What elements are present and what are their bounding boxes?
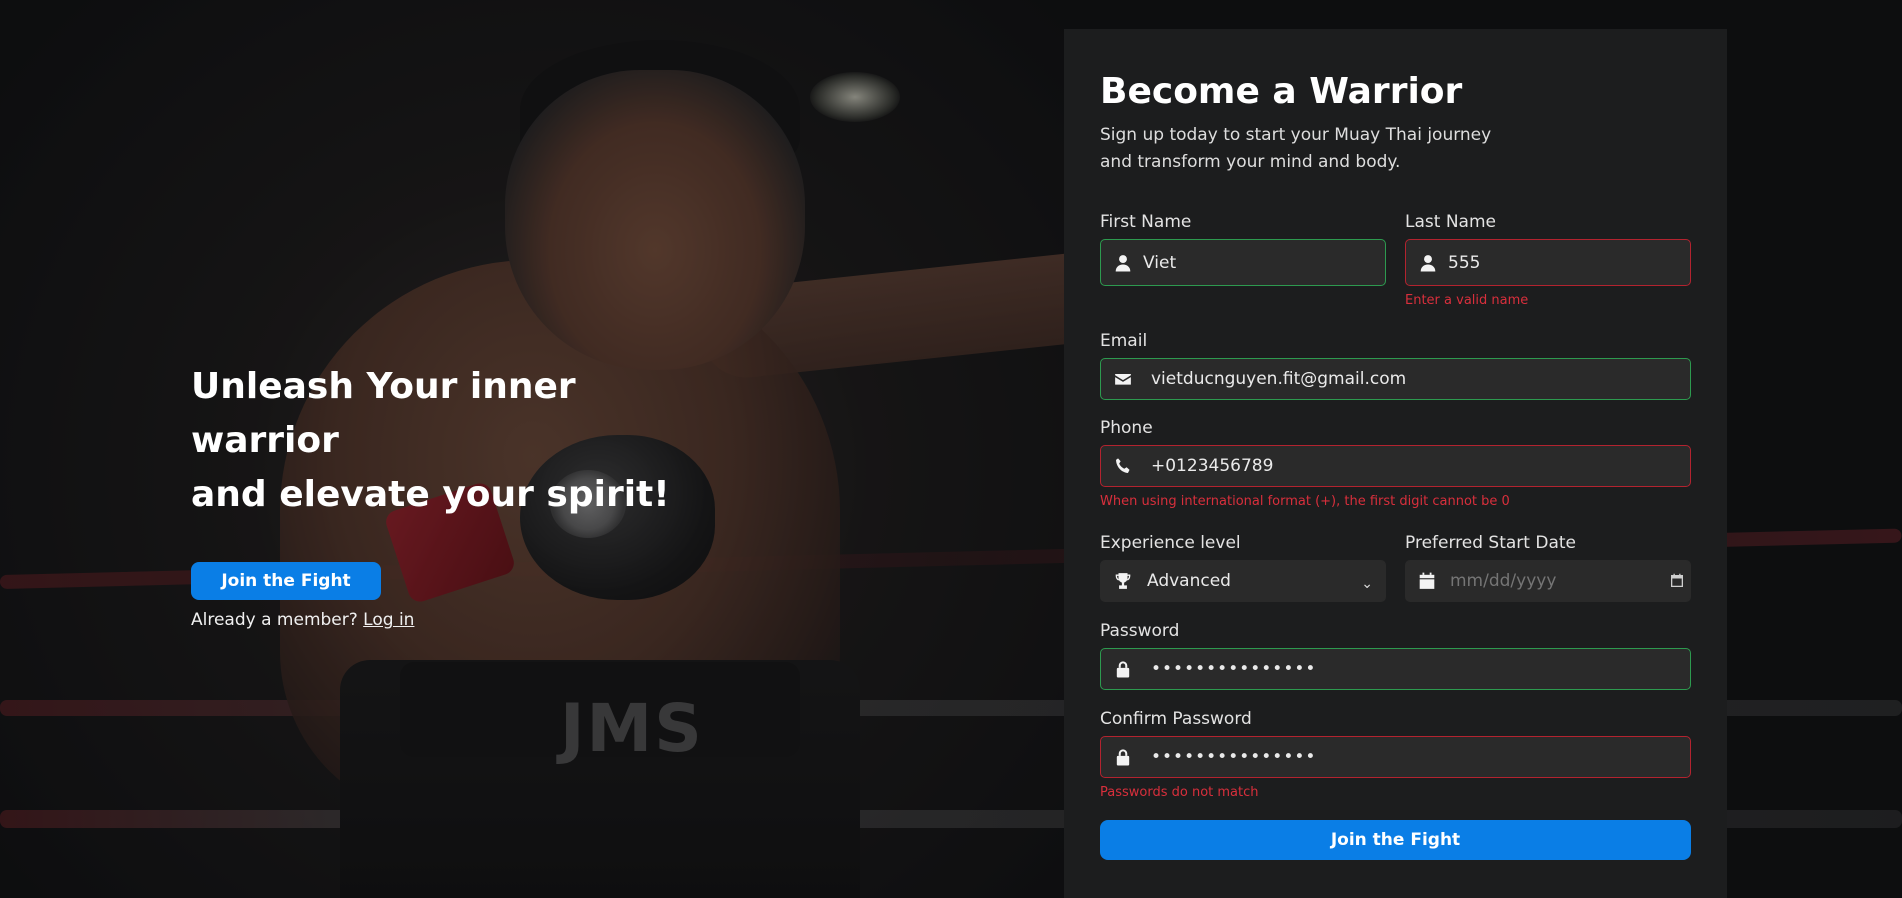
first-name-label: First Name bbox=[1100, 212, 1192, 232]
experience-field: Experience level Advanced ⌄ bbox=[1100, 533, 1386, 602]
trophy-icon bbox=[1113, 571, 1133, 591]
signup-form: Become a Warrior Sign up today to start … bbox=[1064, 29, 1727, 898]
member-text: Already a member? bbox=[191, 610, 358, 630]
email-label: Email bbox=[1100, 331, 1148, 351]
experience-select-wrapper: Advanced ⌄ bbox=[1100, 560, 1386, 602]
login-link[interactable]: Log in bbox=[363, 610, 414, 630]
start-date-input[interactable] bbox=[1450, 561, 1669, 601]
hero-headline: Unleash Your inner warrior and elevate y… bbox=[191, 360, 711, 522]
submit-join-button[interactable]: Join the Fight bbox=[1100, 820, 1691, 860]
password-input-wrapper bbox=[1100, 648, 1691, 690]
phone-input-wrapper bbox=[1100, 445, 1691, 487]
last-name-label: Last Name bbox=[1405, 212, 1496, 232]
password-label: Password bbox=[1100, 621, 1180, 641]
member-prompt: Already a member? Log in bbox=[191, 610, 711, 630]
calendar-icon bbox=[1418, 571, 1436, 591]
start-date-field: Preferred Start Date bbox=[1405, 533, 1691, 602]
hero-join-button[interactable]: Join the Fight bbox=[191, 562, 381, 600]
phone-icon bbox=[1113, 456, 1133, 476]
start-date-input-wrapper bbox=[1405, 560, 1691, 602]
phone-label: Phone bbox=[1100, 418, 1153, 438]
password-input[interactable] bbox=[1151, 649, 1690, 689]
first-name-input-wrapper bbox=[1100, 239, 1386, 286]
lock-icon bbox=[1113, 747, 1133, 767]
user-icon bbox=[1418, 253, 1438, 273]
phone-error: When using international format (+), the… bbox=[1100, 494, 1510, 509]
hero-headline-line2: and elevate your spirit! bbox=[191, 474, 670, 515]
hero-headline-line1: Unleash Your inner warrior bbox=[191, 366, 576, 461]
phone-field: Phone When using international format (+… bbox=[1100, 418, 1691, 509]
signup-page: JMS Unleash Your inner warrior and eleva… bbox=[0, 0, 1902, 898]
first-name-field: First Name bbox=[1100, 212, 1386, 286]
email-field: Email bbox=[1100, 331, 1691, 400]
phone-input[interactable] bbox=[1151, 446, 1690, 486]
last-name-error: Enter a valid name bbox=[1405, 293, 1529, 308]
form-subtitle: Sign up today to start your Muay Thai jo… bbox=[1100, 125, 1492, 172]
user-icon bbox=[1113, 253, 1133, 273]
experience-label: Experience level bbox=[1100, 533, 1241, 553]
last-name-input-wrapper bbox=[1405, 239, 1691, 286]
date-picker-icon[interactable] bbox=[1669, 571, 1685, 591]
email-input-wrapper bbox=[1100, 358, 1691, 400]
confirm-password-field: Confirm Password Passwords do not match bbox=[1100, 709, 1691, 800]
password-field: Password bbox=[1100, 621, 1691, 690]
envelope-icon bbox=[1113, 369, 1133, 389]
hero-section: Unleash Your inner warrior and elevate y… bbox=[191, 360, 711, 630]
lock-icon bbox=[1113, 659, 1133, 679]
email-input[interactable] bbox=[1151, 359, 1690, 399]
form-title: Become a Warrior bbox=[1100, 71, 1463, 112]
confirm-password-label: Confirm Password bbox=[1100, 709, 1252, 729]
last-name-field: Last Name Enter a valid name bbox=[1405, 212, 1691, 308]
confirm-password-input[interactable] bbox=[1151, 737, 1690, 777]
last-name-input[interactable] bbox=[1448, 240, 1690, 285]
confirm-password-error: Passwords do not match bbox=[1100, 785, 1259, 800]
first-name-input[interactable] bbox=[1143, 240, 1385, 285]
confirm-password-input-wrapper bbox=[1100, 736, 1691, 778]
start-date-label: Preferred Start Date bbox=[1405, 533, 1576, 553]
experience-select[interactable]: Advanced bbox=[1147, 561, 1385, 601]
